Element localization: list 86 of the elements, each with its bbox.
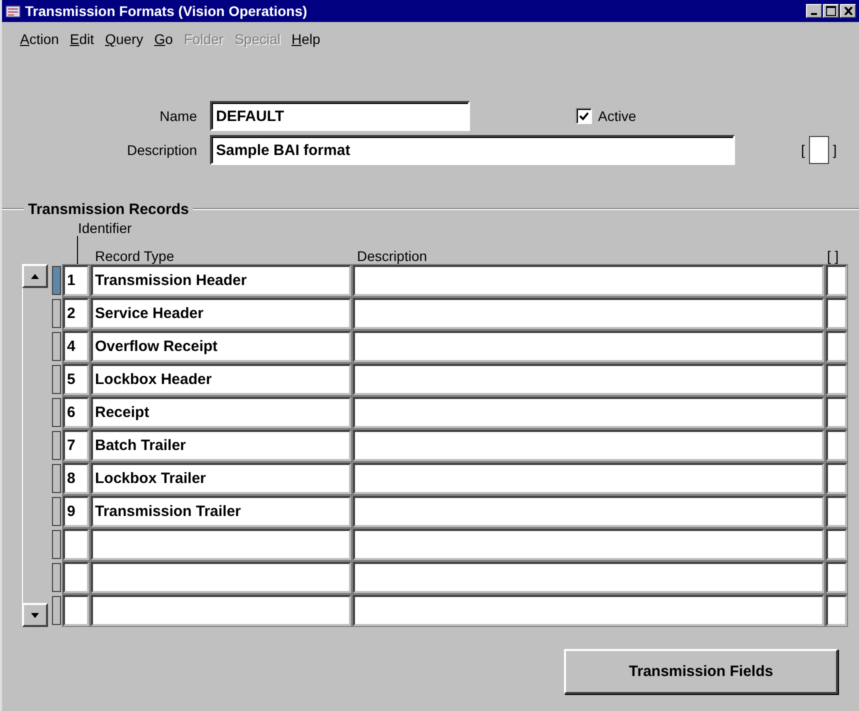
flexfield-cell[interactable] (826, 397, 847, 428)
record-type-cell[interactable]: Lockbox Trailer (91, 463, 351, 494)
check-icon (579, 112, 589, 120)
close-icon (844, 7, 852, 15)
description-cell[interactable] (353, 397, 824, 428)
description-cell[interactable] (353, 595, 824, 626)
record-type-cell[interactable] (91, 562, 351, 593)
column-header: [ ] (827, 248, 839, 264)
identifier-cell[interactable] (63, 595, 89, 626)
identifier-cell[interactable]: 5 (63, 364, 89, 395)
record-type-cell[interactable] (91, 595, 351, 626)
record-type-cell[interactable]: Overflow Receipt (91, 331, 351, 362)
record-indicator[interactable] (52, 497, 61, 526)
record-indicator[interactable] (52, 431, 61, 460)
identifier-cell[interactable]: 1 (63, 265, 89, 296)
identifier-cell[interactable] (63, 562, 89, 593)
description-cell[interactable] (353, 430, 824, 461)
description-field[interactable]: Sample BAI format (210, 135, 735, 165)
flexfield-cell[interactable] (826, 595, 847, 626)
bracket: [ (801, 142, 805, 158)
record-indicator[interactable] (52, 398, 61, 427)
record-type-cell[interactable]: Lockbox Header (91, 364, 351, 395)
record-indicator[interactable] (52, 332, 61, 361)
identifier-cell[interactable]: 2 (63, 298, 89, 329)
flexfield-cell[interactable] (826, 529, 847, 560)
record-indicator[interactable] (52, 563, 61, 592)
identifier-cell[interactable]: 8 (63, 463, 89, 494)
field-label: Description (126, 142, 198, 158)
description-cell[interactable] (353, 364, 824, 395)
column-header: Record Type (95, 248, 176, 264)
menu-item[interactable]: Edit (70, 29, 94, 49)
record-type-cell[interactable]: Batch Trailer (91, 430, 351, 461)
flexfield-cell[interactable] (826, 430, 847, 461)
description-cell[interactable] (353, 463, 824, 494)
record-type-cell[interactable]: Service Header (91, 298, 351, 329)
flexfield-cell[interactable] (826, 298, 847, 329)
maximize-button[interactable] (823, 4, 839, 18)
record-type-cell[interactable]: Transmission Header (91, 265, 351, 296)
up-arrow-icon (31, 274, 39, 278)
description-cell[interactable] (353, 562, 824, 593)
description-cell[interactable] (353, 265, 824, 296)
identifier-cell[interactable]: 4 (63, 331, 89, 362)
column-header: Description (357, 248, 428, 264)
flexfield-cell[interactable] (826, 562, 847, 593)
field-label: Name (158, 108, 198, 124)
record-indicator[interactable] (52, 464, 61, 493)
scroll-up-button[interactable] (22, 264, 48, 288)
active-checkbox[interactable] (576, 108, 592, 124)
checkbox-label: Active (598, 108, 636, 124)
description-cell[interactable] (353, 298, 824, 329)
flexfield-cell[interactable] (826, 463, 847, 494)
identifier-cell[interactable]: 6 (63, 397, 89, 428)
description-cell[interactable] (353, 331, 824, 362)
scroll-down-button[interactable] (22, 603, 48, 627)
record-indicator[interactable] (52, 596, 61, 625)
flexfield-cell[interactable] (826, 331, 847, 362)
identifier-cell[interactable]: 9 (63, 496, 89, 527)
menu-item[interactable]: Help (292, 29, 320, 49)
identifier-cell[interactable]: 7 (63, 430, 89, 461)
column-header: Identifier (78, 220, 132, 236)
record-type-cell[interactable]: Transmission Trailer (91, 496, 351, 527)
name-field[interactable]: DEFAULT (210, 101, 470, 131)
record-indicator[interactable] (52, 365, 61, 394)
menu-item[interactable]: Action (20, 29, 59, 49)
description-cell[interactable] (353, 496, 824, 527)
down-arrow-icon (31, 612, 39, 618)
description-cell[interactable] (353, 529, 824, 560)
flexfield-cell[interactable] (826, 364, 847, 395)
transmission-fields-button[interactable]: Transmission Fields (564, 649, 838, 694)
window-title: Transmission Formats (Vision Operations) (25, 3, 308, 19)
menu-item[interactable]: Query (105, 29, 144, 49)
record-type-cell[interactable]: Receipt (91, 397, 351, 428)
record-indicator[interactable] (52, 530, 61, 559)
flexfield-cell[interactable] (826, 265, 847, 296)
identifier-cell[interactable] (63, 529, 89, 560)
bracket: ] (832, 142, 837, 158)
section-title: Transmission Records (27, 200, 190, 218)
record-type-cell[interactable] (91, 529, 351, 560)
maximize-icon (826, 6, 836, 16)
app-icon (5, 3, 21, 19)
close-button[interactable] (840, 4, 856, 18)
flexfield-box[interactable] (808, 136, 829, 164)
record-indicator[interactable] (52, 299, 61, 328)
menu-item[interactable]: Go (154, 29, 173, 49)
minimize-button[interactable] (806, 4, 822, 18)
flexfield-cell[interactable] (826, 496, 847, 527)
